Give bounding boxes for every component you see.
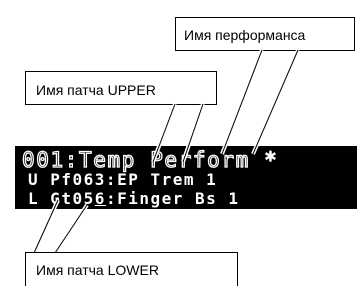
leader-line-lower-2-inner — [54, 204, 88, 254]
lcd-line-lower-prefix: L Gt05 — [28, 189, 95, 208]
performance-name-callout: Имя перформанса — [175, 17, 355, 51]
leader-line-lower-2 — [53, 203, 89, 255]
lcd-display: 001:Temp Perform * U Pf063:EP Trem 1 L G… — [15, 146, 357, 209]
upper-patch-name-callout: Имя патча UPPER — [25, 71, 217, 105]
leader-line-performance-2-inner — [252, 49, 299, 155]
lower-patch-name-callout: Имя патча LOWER — [25, 252, 238, 286]
upper-patch-name-label: Имя патча UPPER — [36, 82, 156, 98]
leader-line-performance-2 — [251, 49, 300, 155]
lcd-cursor-char: 6 — [94, 189, 106, 208]
leader-line-performance-1-inner — [221, 49, 263, 155]
leader-line-performance-1 — [220, 49, 264, 155]
lcd-line-upper-patch: U Pf063:EP Trem 1 — [28, 170, 218, 189]
lower-patch-name-label: Имя патча LOWER — [36, 262, 159, 278]
lcd-line-lower-patch: L Gt056:Finger Bs 1 — [28, 191, 240, 207]
lcd-line-lower-suffix: :Finger Bs 1 — [105, 189, 240, 208]
performance-name-label: Имя перформанса — [184, 27, 306, 43]
lcd-line-performance: 001:Temp Perform * — [21, 148, 279, 172]
